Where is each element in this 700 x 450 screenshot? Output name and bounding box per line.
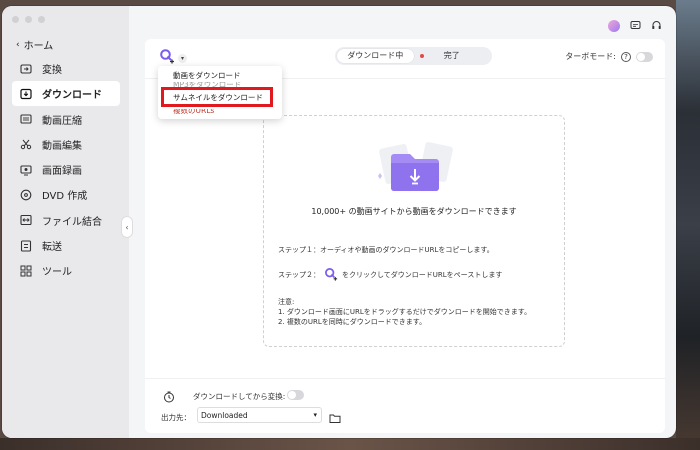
sidebar-item-label: DVD 作成 — [42, 191, 88, 203]
sidebar-item-label: ダウンロード — [42, 90, 102, 102]
download-then-convert-toggle[interactable] — [287, 390, 304, 400]
window-controls — [12, 16, 45, 23]
transfer-icon — [20, 240, 32, 252]
scissors-icon — [20, 138, 32, 150]
sidebar-item-label: ツール — [42, 267, 72, 279]
help-icon[interactable]: ? — [621, 51, 631, 62]
maximize-window-button[interactable] — [38, 16, 45, 23]
add-download-icon — [159, 48, 175, 68]
desktop-background-right — [676, 0, 700, 450]
tab-completed[interactable]: 完了 — [414, 49, 491, 63]
notes-title: 注意: — [278, 298, 295, 306]
tools-icon — [20, 265, 32, 277]
screen-record-icon — [20, 164, 32, 176]
notification-dot — [420, 54, 424, 58]
sidebar: ‹ ホーム 変換 ダウンロード 動画圧縮 動画編集 画面録画 DVD 作成 ファ… — [2, 6, 129, 438]
step-2-prefix: ステップ２： — [278, 271, 320, 279]
output-location-value: Downloaded — [201, 410, 248, 420]
step-1-label: ステップ１：オーディオや動画のダウンロードURLをコピーします。 — [278, 246, 494, 254]
url-drop-zone[interactable]: 10,000+ の動画サイトから動画をダウンロードできます ステップ１：オーディ… — [263, 115, 565, 347]
sidebar-nav: 変換 ダウンロード 動画圧縮 動画編集 画面録画 DVD 作成 ファイル結合 転… — [12, 56, 120, 284]
back-home-link[interactable]: ‹ ホーム — [16, 37, 54, 53]
sidebar-item-label: ファイル結合 — [42, 216, 102, 228]
note-1: 1. ダウンロード画面にURLをドラッグするだけでダウンロードを開始できます。 — [278, 308, 532, 316]
avatar[interactable] — [608, 19, 620, 32]
chevron-down-icon[interactable]: ▾ — [178, 53, 187, 63]
app-window: ‹ ホーム 変換 ダウンロード 動画圧縮 動画編集 画面録画 DVD 作成 ファ… — [2, 6, 676, 438]
menu-item-multiple-urls[interactable]: 複数のURLs — [158, 109, 282, 116]
step-2-text: ステップ２： をクリックしてダウンロードURLをペーストします — [278, 267, 502, 283]
chevron-left-icon: ‹ — [125, 222, 129, 232]
sidebar-item-convert[interactable]: 変換 — [12, 56, 120, 81]
sidebar-item-transfer[interactable]: 転送 — [12, 233, 120, 258]
panel-footer: ダウンロードしてから変換: 出力先： Downloaded ▾ — [145, 378, 665, 433]
step-2-suffix: をクリックしてダウンロードURLをペーストします — [342, 271, 503, 279]
download-then-convert-label: ダウンロードしてから変換: — [193, 392, 286, 401]
download-icon — [20, 88, 32, 100]
turbo-mode-toggle[interactable] — [636, 51, 653, 62]
sidebar-item-edit[interactable]: 動画編集 — [12, 132, 120, 157]
sidebar-collapse-button[interactable]: ‹ — [121, 216, 133, 238]
sidebar-item-tools[interactable]: ツール — [12, 258, 120, 283]
timer-icon — [163, 388, 175, 407]
sidebar-item-label: 画面録画 — [42, 166, 82, 178]
sidebar-item-label: 転送 — [42, 242, 62, 254]
tab-downloading[interactable]: ダウンロード中 — [337, 49, 414, 63]
message-icon[interactable] — [630, 16, 641, 35]
menu-item-download-video[interactable]: 動画をダウンロード — [158, 70, 282, 82]
dvd-icon — [20, 189, 32, 201]
menu-item-download-thumbnail[interactable]: サムネイルをダウンロード — [161, 87, 273, 107]
add-url-button[interactable]: ▾ — [159, 48, 187, 68]
sidebar-item-compress[interactable]: 動画圧縮 — [12, 107, 120, 132]
sidebar-item-label: 変換 — [42, 65, 62, 76]
download-status-tabs: ダウンロード中 完了 — [335, 47, 492, 65]
drop-zone-notes: 注意: 1. ダウンロード画面にURLをドラッグするだけでダウンロードを開始でき… — [278, 297, 531, 327]
close-window-button[interactable] — [12, 16, 19, 23]
note-2: 2. 複数のURLを同時にダウンロードできます。 — [278, 318, 427, 326]
turbo-mode: ターボモード: ? — [565, 51, 653, 62]
merge-icon — [20, 214, 32, 226]
sidebar-item-merge[interactable]: ファイル結合 — [12, 208, 120, 233]
chevron-left-icon: ‹ — [16, 39, 20, 50]
sidebar-item-label: 動画圧縮 — [42, 115, 82, 127]
sidebar-item-dvd[interactable]: DVD 作成 — [12, 182, 120, 207]
desktop-background-bottom — [0, 438, 700, 450]
chevron-down-icon: ▾ — [313, 411, 317, 419]
sidebar-item-screen-record[interactable]: 画面録画 — [12, 157, 120, 182]
output-location-select[interactable]: Downloaded ▾ — [197, 407, 322, 423]
output-location-label: 出力先： — [161, 413, 191, 422]
add-download-icon — [324, 267, 338, 283]
folder-icon[interactable] — [329, 409, 341, 428]
minimize-window-button[interactable] — [25, 16, 32, 23]
convert-icon — [20, 63, 32, 75]
back-home-label: ホーム — [23, 41, 54, 52]
window-header-icons — [608, 16, 662, 35]
step-1-text: ステップ１：オーディオや動画のダウンロードURLをコピーします。 — [278, 245, 494, 255]
sidebar-item-download[interactable]: ダウンロード — [12, 81, 120, 107]
drop-zone-title: 10,000+ の動画サイトから動画をダウンロードできます — [311, 207, 517, 216]
turbo-mode-label: ターボモード: — [565, 52, 616, 61]
sidebar-item-label: 動画編集 — [42, 140, 82, 152]
compress-icon — [20, 113, 32, 125]
download-folder-illustration — [378, 142, 453, 191]
headset-icon[interactable] — [651, 16, 662, 35]
